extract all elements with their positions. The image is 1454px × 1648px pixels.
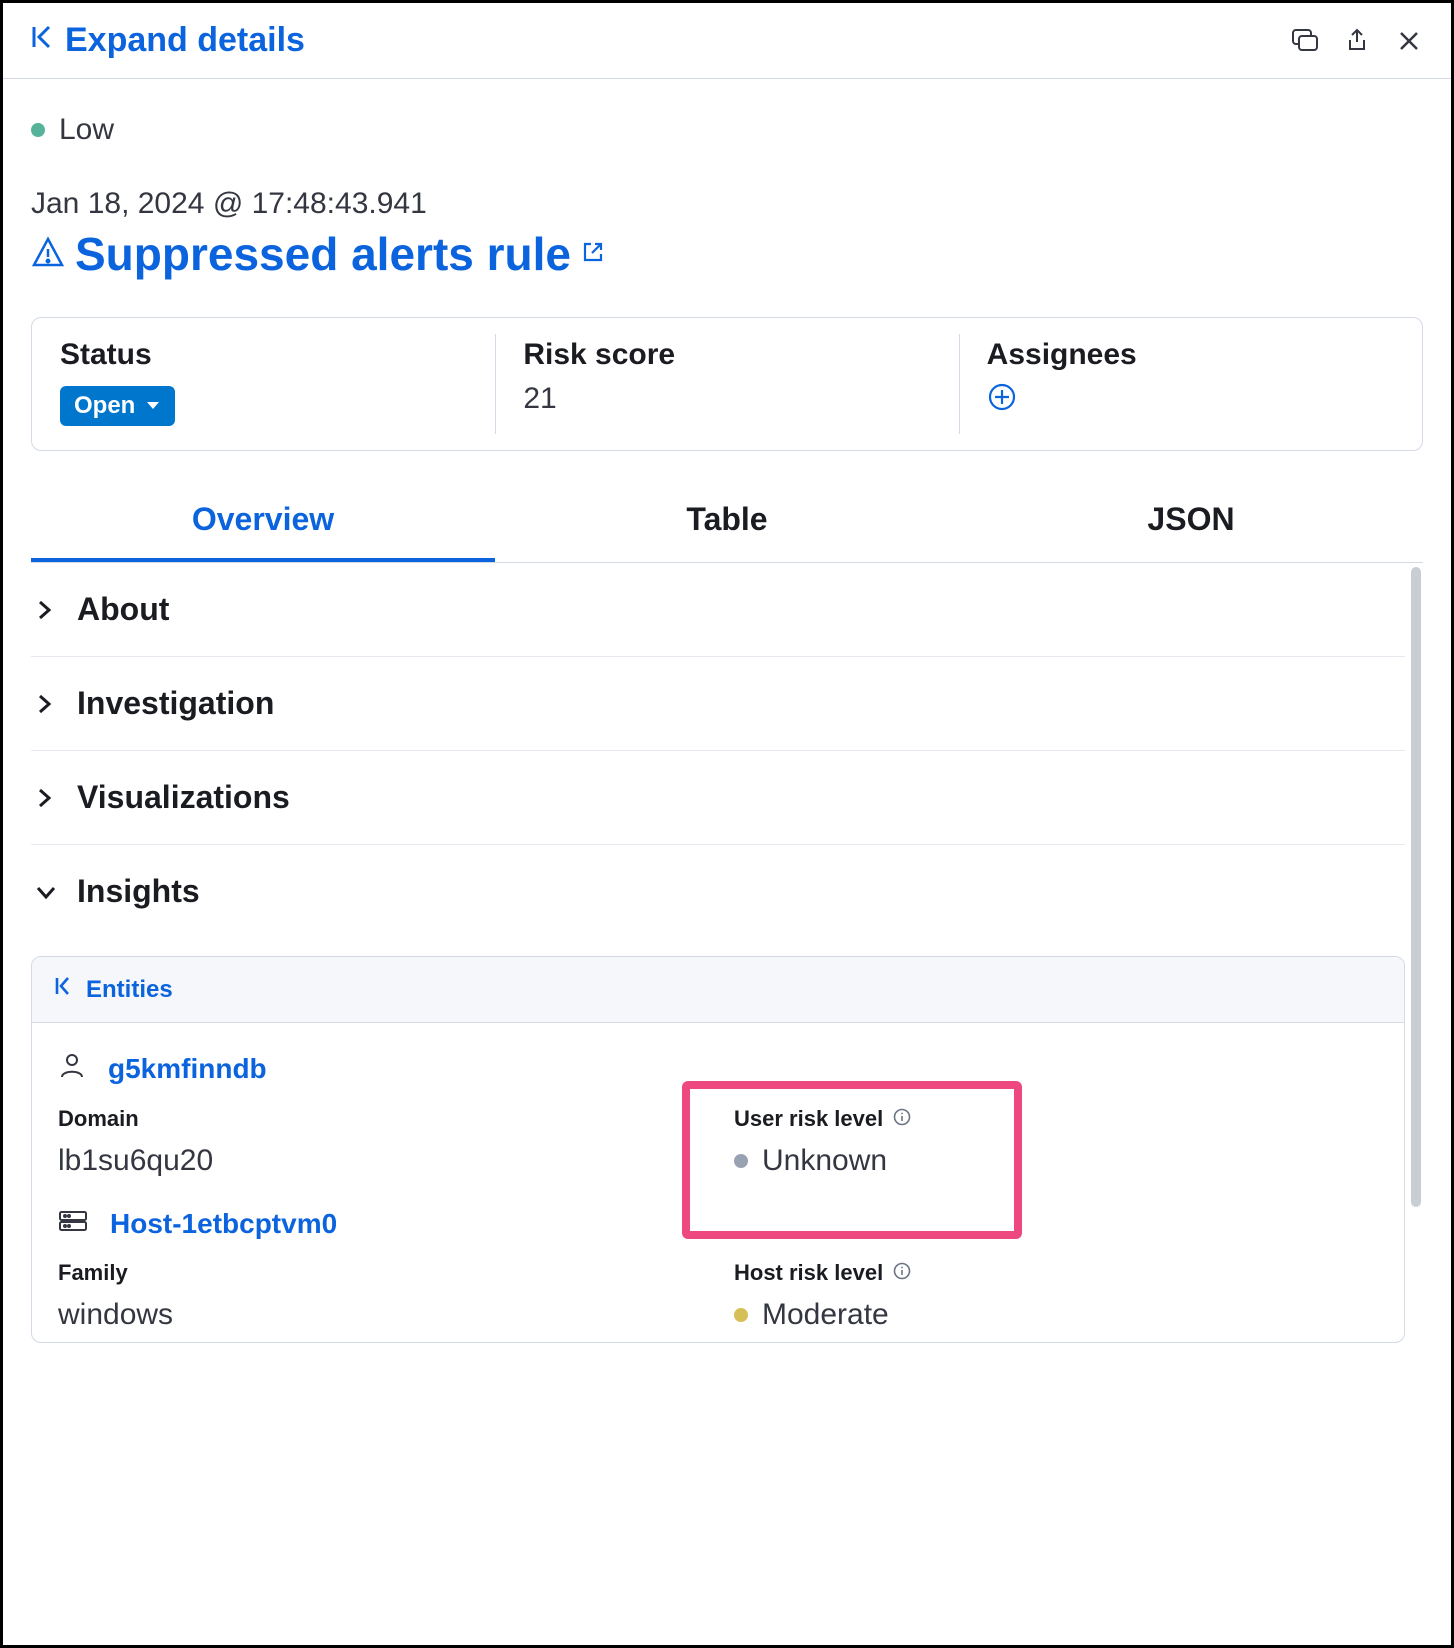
risk-dot-icon — [734, 1154, 748, 1168]
entities-header[interactable]: Entities — [32, 957, 1404, 1023]
status-label: Status — [60, 338, 467, 372]
add-assignee-button[interactable] — [987, 382, 1394, 417]
alert-title-link[interactable]: Suppressed alerts rule — [75, 227, 571, 281]
host-family-value: windows — [58, 1298, 702, 1332]
chevron-right-icon — [35, 599, 57, 621]
chevron-down-icon — [35, 881, 57, 903]
host-risk-value: Moderate — [734, 1298, 1378, 1332]
status-value: Open — [74, 392, 135, 420]
collapse-left-icon — [31, 21, 53, 60]
tab-json[interactable]: JSON — [959, 483, 1423, 562]
section-about-label: About — [77, 591, 169, 628]
user-domain-label: Domain — [58, 1106, 702, 1132]
host-risk-label: Host risk level — [734, 1260, 1378, 1286]
warning-icon — [31, 235, 65, 274]
host-name: Host-1etbcptvm0 — [110, 1208, 337, 1240]
tabs: Overview Table JSON — [31, 483, 1423, 563]
close-icon[interactable] — [1395, 27, 1423, 55]
scrollbar[interactable] — [1411, 567, 1421, 1207]
chevron-right-icon — [35, 787, 57, 809]
tab-table[interactable]: Table — [495, 483, 959, 562]
entities-body: g5kmfinndb Domain User risk level lb1su6… — [32, 1023, 1404, 1342]
expand-details-label: Expand details — [65, 21, 305, 60]
timestamp: Jan 18, 2024 @ 17:48:43.941 — [31, 187, 1423, 221]
host-entity-link[interactable]: Host-1etbcptvm0 — [58, 1208, 1378, 1240]
risk-score-value: 21 — [523, 382, 930, 416]
section-insights-label: Insights — [77, 873, 200, 910]
alert-details-panel: Expand details Low Jan 18, 2024 @ 17:48:… — [0, 0, 1454, 1648]
status-dropdown[interactable]: Open — [60, 386, 175, 426]
entities-label: Entities — [86, 976, 173, 1004]
severity-label: Low — [59, 113, 114, 147]
user-icon — [58, 1051, 86, 1086]
insights-body: Entities g5kmfinndb Domain User risk lev… — [31, 956, 1405, 1343]
info-icon[interactable] — [893, 1106, 911, 1132]
section-about[interactable]: About — [31, 563, 1405, 657]
summary-card: Status Open Risk score 21 Assignees — [31, 317, 1423, 451]
user-entity-link[interactable]: g5kmfinndb — [58, 1051, 1378, 1086]
topbar-actions — [1291, 27, 1423, 55]
chevron-right-icon — [35, 693, 57, 715]
risk-dot-icon — [734, 1308, 748, 1322]
tab-overview[interactable]: Overview — [31, 483, 495, 562]
user-risk-value: Unknown — [734, 1144, 1378, 1178]
topbar: Expand details — [3, 3, 1451, 79]
severity-dot-icon — [31, 123, 45, 137]
external-link-icon[interactable] — [581, 240, 605, 269]
user-name: g5kmfinndb — [108, 1053, 267, 1085]
risk-score-label: Risk score — [523, 338, 930, 372]
section-insights[interactable]: Insights — [31, 845, 1405, 938]
content: Low Jan 18, 2024 @ 17:48:43.941 Suppress… — [3, 79, 1451, 1645]
host-icon — [58, 1208, 88, 1240]
info-icon[interactable] — [893, 1260, 911, 1286]
severity-row: Low — [31, 113, 1423, 147]
user-details: Domain User risk level lb1su6qu20 Unknow… — [58, 1106, 1378, 1178]
share-icon[interactable] — [1343, 27, 1371, 55]
section-visualizations-label: Visualizations — [77, 779, 290, 816]
assignees-column: Assignees — [959, 318, 1422, 450]
chevron-down-icon — [145, 400, 161, 412]
chat-icon[interactable] — [1291, 27, 1319, 55]
user-risk-label: User risk level — [734, 1106, 1378, 1132]
assignees-label: Assignees — [987, 338, 1394, 372]
collapse-left-icon — [54, 975, 72, 1004]
title-row: Suppressed alerts rule — [31, 227, 1423, 281]
section-visualizations[interactable]: Visualizations — [31, 751, 1405, 845]
status-column: Status Open — [32, 318, 495, 450]
user-domain-value: lb1su6qu20 — [58, 1144, 702, 1178]
section-investigation-label: Investigation — [77, 685, 274, 722]
expand-details-button[interactable]: Expand details — [31, 21, 305, 60]
risk-score-column: Risk score 21 — [495, 318, 958, 450]
scroll-area: About Investigation Visualizations Insig… — [31, 563, 1423, 1645]
host-family-label: Family — [58, 1260, 702, 1286]
section-investigation[interactable]: Investigation — [31, 657, 1405, 751]
host-details: Family Host risk level windows Moderate — [58, 1260, 1378, 1332]
